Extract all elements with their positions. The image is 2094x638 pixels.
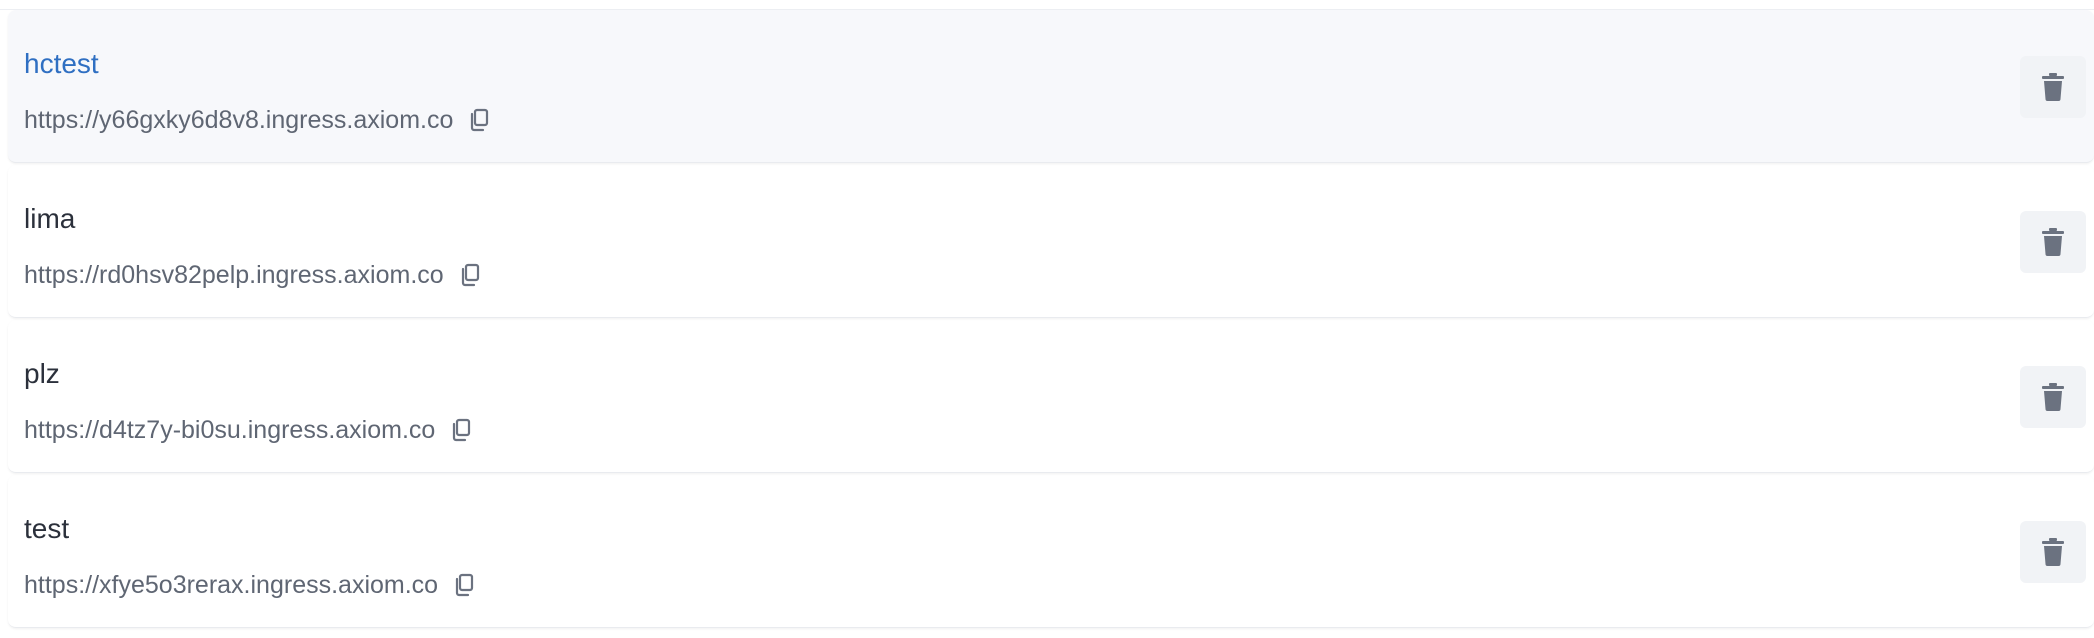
trash-icon (2042, 383, 2064, 411)
copy-icon (471, 108, 489, 132)
copy-url-button[interactable] (456, 261, 484, 289)
copy-url-button[interactable] (465, 106, 493, 134)
trash-icon (2042, 538, 2064, 566)
endpoint-url-line: https://rd0hsv82pelp.ingress.axiom.co (24, 260, 484, 290)
endpoint-row-plz[interactable]: plz https://d4tz7y-bi0su.ingress.axiom.c… (8, 320, 2094, 473)
endpoint-url: https://rd0hsv82pelp.ingress.axiom.co (24, 261, 444, 289)
endpoint-url: https://d4tz7y-bi0su.ingress.axiom.co (24, 416, 436, 444)
copy-icon (461, 263, 479, 287)
delete-endpoint-button[interactable] (2020, 211, 2086, 273)
endpoint-name[interactable]: test (24, 513, 69, 545)
endpoint-name[interactable]: plz (24, 358, 60, 390)
endpoint-name[interactable]: lima (24, 203, 75, 235)
trash-icon (2042, 228, 2064, 256)
endpoint-url-line: https://y66gxky6d8v8.ingress.axiom.co (24, 105, 493, 135)
copy-url-button[interactable] (447, 416, 475, 444)
endpoint-url-line: https://xfye5o3rerax.ingress.axiom.co (24, 570, 478, 600)
endpoint-row-test[interactable]: test https://xfye5o3rerax.ingress.axiom.… (8, 475, 2094, 628)
endpoint-list: hctest https://y66gxky6d8v8.ingress.axio… (0, 0, 2094, 638)
delete-endpoint-button[interactable] (2020, 56, 2086, 118)
copy-url-button[interactable] (450, 571, 478, 599)
delete-endpoint-button[interactable] (2020, 366, 2086, 428)
trash-icon (2042, 73, 2064, 101)
endpoint-row-hctest[interactable]: hctest https://y66gxky6d8v8.ingress.axio… (8, 10, 2094, 163)
copy-icon (453, 418, 471, 442)
endpoint-row-lima[interactable]: lima https://rd0hsv82pelp.ingress.axiom.… (8, 165, 2094, 318)
endpoint-url: https://y66gxky6d8v8.ingress.axiom.co (24, 106, 454, 134)
delete-endpoint-button[interactable] (2020, 521, 2086, 583)
endpoint-url-line: https://d4tz7y-bi0su.ingress.axiom.co (24, 415, 475, 445)
endpoint-name[interactable]: hctest (24, 48, 99, 80)
endpoint-url: https://xfye5o3rerax.ingress.axiom.co (24, 571, 439, 599)
copy-icon (455, 573, 474, 597)
